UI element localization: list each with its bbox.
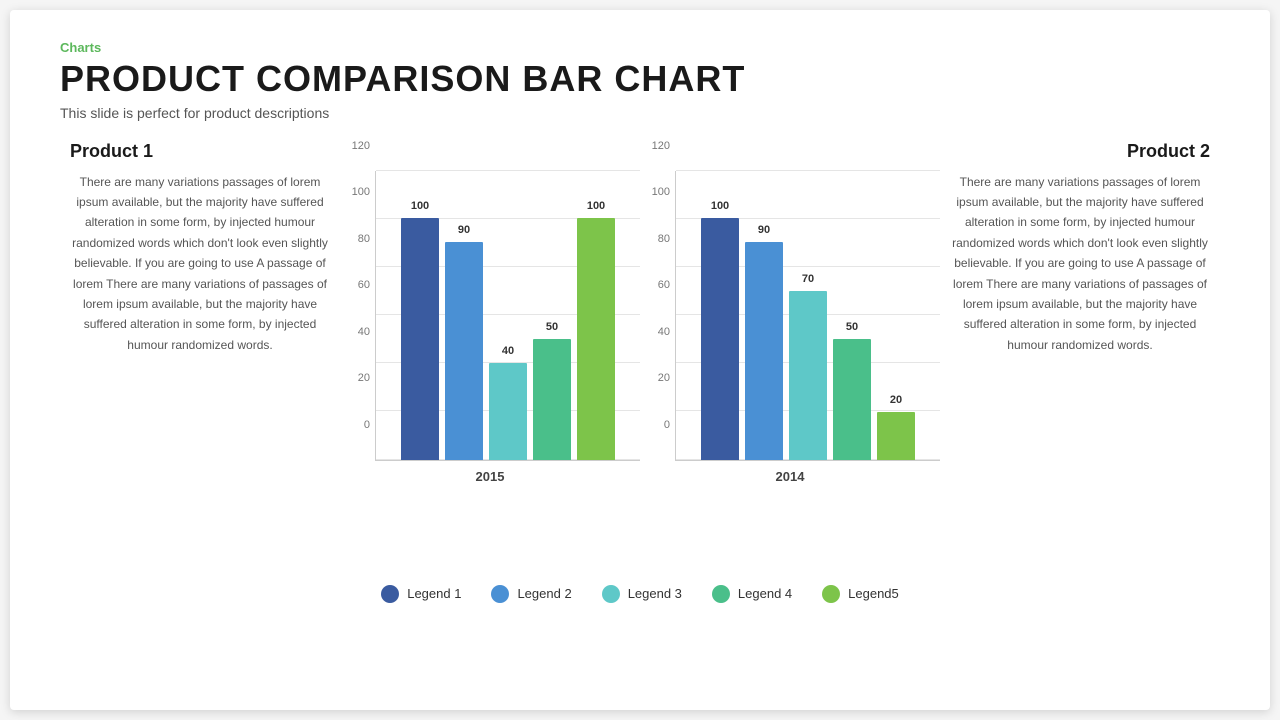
y-tick: 40 — [658, 327, 670, 338]
product1-text: There are many variations passages of lo… — [70, 172, 330, 356]
chart2-wrapper: 020406080100120 10090705020 2014 — [640, 141, 940, 484]
bar: 70 — [789, 291, 827, 460]
bar: 90 — [445, 242, 483, 460]
bar-value-label: 70 — [802, 273, 814, 285]
legend-item: Legend 2 — [491, 585, 571, 603]
product2-title: Product 2 — [950, 141, 1210, 162]
product1-section: Product 1 There are many variations pass… — [60, 141, 340, 356]
y-tick: 20 — [658, 373, 670, 384]
grid-line — [376, 170, 640, 171]
legend-dot — [381, 585, 399, 603]
product1-title: Product 1 — [70, 141, 330, 162]
bar-col: 50 — [833, 339, 871, 460]
legend-dot — [822, 585, 840, 603]
bar-col: 90 — [445, 242, 483, 460]
bar: 90 — [745, 242, 783, 460]
subtitle: This slide is perfect for product descri… — [60, 105, 1220, 121]
bar-col: 20 — [877, 412, 915, 460]
slide: Charts PRODUCT COMPARISON BAR CHART This… — [10, 10, 1270, 710]
legend-area: Legend 1 Legend 2 Legend 3 Legend 4 Legend5 — [60, 585, 1220, 603]
bar-value-label: 50 — [546, 321, 558, 333]
legend-item: Legend 4 — [712, 585, 792, 603]
bar: 100 — [701, 218, 739, 460]
chart1-y-axis: 0 20 40 60 80 100 120 — [340, 141, 375, 431]
bar-col: 90 — [745, 242, 783, 460]
legend-label: Legend 1 — [407, 586, 461, 601]
product2-text: There are many variations passages of lo… — [950, 172, 1210, 356]
legend-label: Legend 2 — [517, 586, 571, 601]
grid-line — [676, 170, 940, 171]
legend-dot — [602, 585, 620, 603]
legend-dot — [712, 585, 730, 603]
product2-section: Product 2 There are many variations pass… — [940, 141, 1220, 356]
legend-label: Legend5 — [848, 586, 899, 601]
bar: 100 — [577, 218, 615, 460]
legend-label: Legend 4 — [738, 586, 792, 601]
charts-label: Charts — [60, 40, 1220, 55]
chart2-area: 020406080100120 10090705020 — [640, 141, 940, 461]
bar-col: 100 — [577, 218, 615, 460]
y-tick: 80 — [658, 234, 670, 245]
charts-container: 020406080100120 100904050100 2015 020406… — [340, 141, 940, 484]
y-tick: 60 — [358, 280, 370, 291]
chart1-area: 020406080100120 100904050100 — [340, 141, 640, 461]
y-tick: 100 — [652, 187, 670, 198]
content-area: Product 1 There are many variations pass… — [60, 141, 1220, 571]
y-tick: 120 — [352, 141, 370, 152]
y-tick: 0 — [664, 420, 670, 431]
legend-item: Legend5 — [822, 585, 899, 603]
bar-value-label: 100 — [587, 200, 605, 212]
bar-value-label: 40 — [502, 345, 514, 357]
bar: 20 — [877, 412, 915, 460]
y-tick: 80 — [358, 234, 370, 245]
bar-value-label: 90 — [458, 224, 470, 236]
bar-col: 100 — [701, 218, 739, 460]
y-tick: 120 — [652, 141, 670, 152]
legend-label: Legend 3 — [628, 586, 682, 601]
chart2-x-label: 2014 — [640, 469, 940, 484]
chart1-wrapper: 020406080100120 100904050100 2015 — [340, 141, 640, 484]
legend-item: Legend 1 — [381, 585, 461, 603]
main-title: PRODUCT COMPARISON BAR CHART — [60, 59, 1220, 99]
y-tick: 60 — [658, 280, 670, 291]
bar-col: 70 — [789, 291, 827, 460]
legend-item: Legend 3 — [602, 585, 682, 603]
bar-col: 100 — [401, 218, 439, 460]
chart2-bars: 10090705020 — [675, 171, 940, 461]
y-tick: 0 — [364, 420, 370, 431]
bar-value-label: 90 — [758, 224, 770, 236]
y-tick: 100 — [352, 187, 370, 198]
bar-col: 40 — [489, 363, 527, 460]
bar-value-label: 100 — [411, 200, 429, 212]
bar: 50 — [833, 339, 871, 460]
bar: 100 — [401, 218, 439, 460]
bar-value-label: 20 — [890, 394, 902, 406]
bar: 50 — [533, 339, 571, 460]
y-tick: 40 — [358, 327, 370, 338]
bar: 40 — [489, 363, 527, 460]
legend-dot — [491, 585, 509, 603]
bar-col: 50 — [533, 339, 571, 460]
y-tick: 20 — [358, 373, 370, 384]
bar-value-label: 100 — [711, 200, 729, 212]
chart1-bars: 100904050100 — [375, 171, 640, 461]
chart1-x-label: 2015 — [340, 469, 640, 484]
chart2-y-axis: 0 20 40 60 80 100 120 — [640, 141, 675, 431]
bar-value-label: 50 — [846, 321, 858, 333]
